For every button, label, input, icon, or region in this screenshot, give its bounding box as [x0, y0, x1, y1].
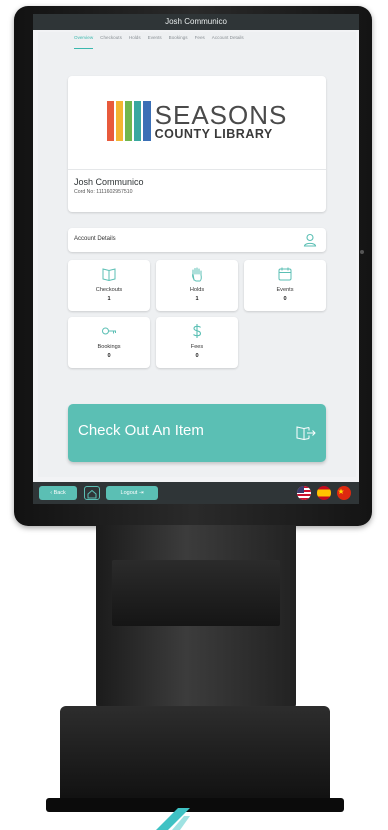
account-details-label: Account Details — [74, 236, 116, 242]
tile-value: 1 — [195, 296, 199, 302]
tab-holds[interactable]: Holds — [129, 35, 141, 49]
hand-icon — [192, 267, 202, 282]
printer-slot — [112, 560, 280, 626]
tile-label: Fees — [190, 344, 204, 350]
divider — [68, 169, 326, 170]
tab-events[interactable]: Events — [148, 35, 162, 49]
check-out-item-label: Check Out An Item — [78, 422, 204, 439]
library-card: SEASONS COUNTY LIBRARY Josh Communico Co… — [68, 76, 326, 212]
tab-account-details[interactable]: Account Details — [212, 35, 244, 49]
user-icon — [303, 233, 317, 247]
flag-es-icon[interactable] — [317, 486, 331, 500]
tab-overview[interactable]: Overview — [74, 35, 94, 49]
home-icon — [87, 489, 97, 499]
back-button[interactable]: ‹ Back — [39, 486, 77, 500]
tile-value: 0 — [283, 296, 287, 302]
patron-name: Josh Communico — [74, 177, 144, 187]
tile-label: Checkouts — [95, 287, 123, 293]
camera-dot — [360, 250, 364, 254]
tile-value: 0 — [195, 353, 199, 359]
home-button[interactable] — [84, 486, 100, 500]
bottom-bar: ‹ Back Logout ⇥ — [33, 482, 359, 504]
calendar-icon — [278, 267, 292, 281]
account-details-button[interactable]: Account Details — [68, 228, 326, 252]
tile-value: 0 — [107, 353, 111, 359]
key-icon — [102, 327, 116, 335]
window-title: Josh Communico — [33, 14, 359, 30]
tab-bar: Overview Checkouts Holds Events Bookings… — [38, 32, 356, 49]
dollar-icon — [193, 324, 202, 338]
tab-bookings[interactable]: Bookings — [169, 35, 188, 49]
tile-fees[interactable]: Fees 0 — [156, 317, 238, 368]
flag-us-icon[interactable] — [297, 486, 311, 500]
tile-label: Events — [276, 287, 294, 293]
main-content: Overview Checkouts Holds Events Bookings… — [38, 32, 356, 477]
card-number: Cord No: 1111602957510 — [74, 189, 133, 195]
tile-holds[interactable]: Holds 1 — [156, 260, 238, 311]
tile-checkouts[interactable]: Checkouts 1 — [68, 260, 150, 311]
logout-button[interactable]: Logout ⇥ — [106, 486, 158, 500]
library-logo: SEASONS COUNTY LIBRARY — [68, 76, 326, 166]
tab-fees[interactable]: Fees — [195, 35, 205, 49]
flag-cn-icon[interactable] — [337, 486, 351, 500]
book-icon — [102, 268, 116, 282]
tab-checkouts[interactable]: Checkouts — [100, 35, 122, 49]
logo-stripes-icon — [106, 101, 151, 141]
tile-label: Holds — [189, 287, 205, 293]
tile-bookings[interactable]: Bookings 0 — [68, 317, 150, 368]
floor-decoration — [156, 808, 190, 830]
tile-value: 1 — [107, 296, 111, 302]
library-subname: COUNTY LIBRARY — [154, 126, 273, 141]
library-name: SEASONS — [154, 99, 288, 130]
checkout-book-icon — [296, 426, 316, 441]
kiosk-screen: Josh Communico Overview Checkouts Holds … — [33, 14, 359, 504]
tile-label: Bookings — [97, 344, 121, 350]
check-out-item-button[interactable]: Check Out An Item — [68, 404, 326, 462]
tile-events[interactable]: Events 0 — [244, 260, 326, 311]
